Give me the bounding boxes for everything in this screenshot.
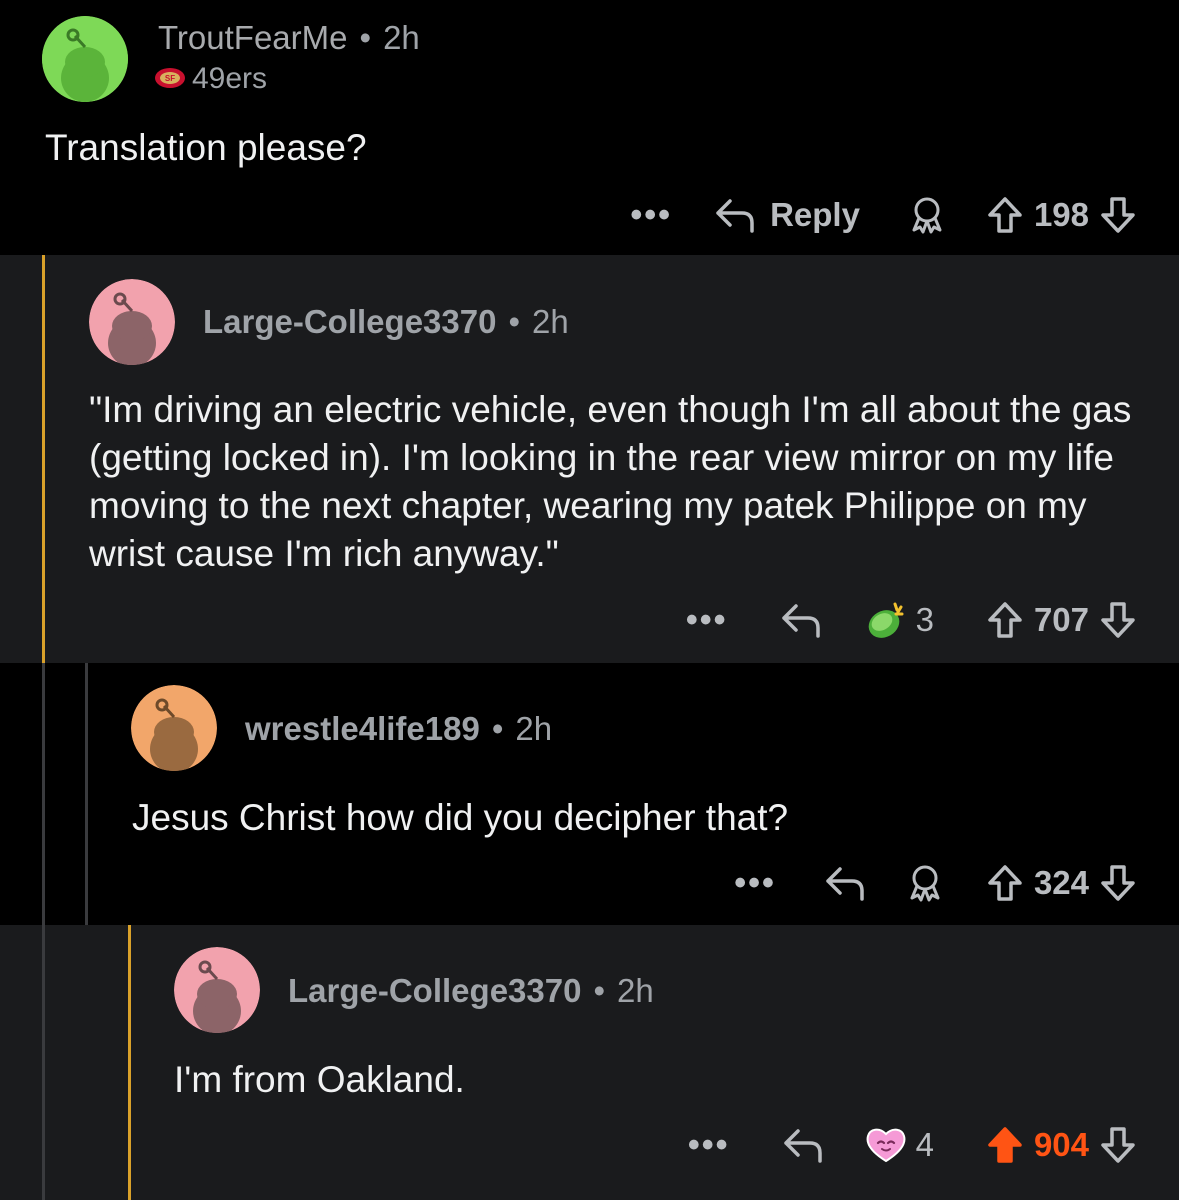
upvote-icon[interactable] bbox=[986, 1125, 1024, 1165]
comment-actions: ••• Reply 198 bbox=[630, 185, 1137, 245]
reply-icon bbox=[714, 197, 756, 233]
comment-large-college-1: Large-College3370 • 2h "Im driving an elec… bbox=[0, 255, 1179, 663]
comment-header: Large-College3370 • 2h bbox=[203, 303, 569, 340]
timestamp: 2h bbox=[532, 303, 569, 340]
downvote-icon[interactable] bbox=[1099, 195, 1137, 235]
thread-line[interactable] bbox=[42, 255, 45, 663]
comment-body: "Im driving an electric vehicle, even th… bbox=[89, 389, 1132, 574]
downvote-icon[interactable] bbox=[1099, 863, 1137, 903]
username[interactable]: TroutFearMe bbox=[158, 19, 348, 56]
avatar[interactable] bbox=[89, 279, 175, 365]
downvote-icon[interactable] bbox=[1099, 1125, 1137, 1165]
timestamp: 2h bbox=[617, 972, 654, 1009]
comment-actions: ••• 4 904 bbox=[688, 1115, 1137, 1175]
comment-body: Jesus Christ how did you decipher that? bbox=[132, 797, 789, 838]
more-icon[interactable]: ••• bbox=[686, 601, 728, 640]
award-count: 4 bbox=[915, 1126, 934, 1163]
reply-icon[interactable] bbox=[824, 865, 866, 901]
reply-icon[interactable] bbox=[780, 602, 822, 638]
comment-actions: ••• 324 bbox=[734, 853, 1137, 913]
upvote-icon[interactable] bbox=[986, 195, 1024, 235]
reply-label: Reply bbox=[770, 196, 860, 233]
upvote-icon[interactable] bbox=[986, 863, 1024, 903]
vote-score: 707 bbox=[1033, 601, 1089, 638]
award-button[interactable]: 4 bbox=[864, 1125, 934, 1165]
award-count: 3 bbox=[915, 601, 934, 638]
reply-icon[interactable] bbox=[782, 1127, 824, 1163]
vote-score: 324 bbox=[1033, 864, 1089, 901]
comment-large-college-2: Large-College3370 • 2h I'm from Oakland. •… bbox=[0, 925, 1179, 1200]
49ers-flair-icon: SF bbox=[154, 63, 186, 97]
username[interactable]: Large-College3370 bbox=[288, 972, 581, 1009]
avatar[interactable] bbox=[42, 16, 128, 102]
username[interactable]: Large-College3370 bbox=[203, 303, 496, 340]
upvote-icon[interactable] bbox=[986, 600, 1024, 640]
comment-body: Translation please? bbox=[45, 127, 367, 168]
award-icon[interactable] bbox=[906, 864, 944, 902]
thread-line[interactable] bbox=[128, 925, 131, 1200]
flair-text: 49ers bbox=[192, 62, 268, 95]
avatar[interactable] bbox=[174, 947, 260, 1033]
more-icon[interactable]: ••• bbox=[688, 1126, 730, 1165]
avatar[interactable] bbox=[131, 685, 217, 771]
username[interactable]: wrestle4life189 bbox=[245, 710, 480, 747]
downvote-icon[interactable] bbox=[1099, 600, 1137, 640]
award-icon[interactable] bbox=[908, 196, 946, 234]
clapping-award-icon bbox=[862, 598, 908, 642]
comment-troutfearme: TroutFearMe • 2h SF 49ers Translation plea… bbox=[0, 0, 1179, 255]
heart-award-icon bbox=[864, 1125, 908, 1165]
comment-header: TroutFearMe • 2h bbox=[158, 19, 420, 56]
timestamp: 2h bbox=[515, 710, 553, 747]
thread-line[interactable] bbox=[85, 663, 88, 925]
comment-wrestle4life189: wrestle4life189 • 2h Jesus Christ how did … bbox=[0, 663, 1179, 925]
svg-text:SF: SF bbox=[165, 74, 175, 83]
user-flair: SF 49ers bbox=[154, 62, 267, 97]
vote-score: 904 bbox=[1033, 1126, 1089, 1163]
reply-button[interactable]: Reply bbox=[714, 196, 860, 234]
comment-header: wrestle4life189 • 2h bbox=[245, 710, 553, 747]
more-icon[interactable]: ••• bbox=[630, 196, 672, 235]
comment-actions: ••• 3 707 bbox=[686, 590, 1137, 650]
thread-line[interactable] bbox=[42, 925, 45, 1200]
vote-score: 198 bbox=[1033, 196, 1089, 233]
comment-header: Large-College3370 • 2h bbox=[288, 972, 654, 1009]
more-icon[interactable]: ••• bbox=[734, 864, 776, 903]
thread-line[interactable] bbox=[42, 663, 45, 925]
comment-body: I'm from Oakland. bbox=[174, 1059, 465, 1100]
timestamp: 2h bbox=[383, 19, 420, 56]
award-button[interactable]: 3 bbox=[862, 598, 934, 642]
